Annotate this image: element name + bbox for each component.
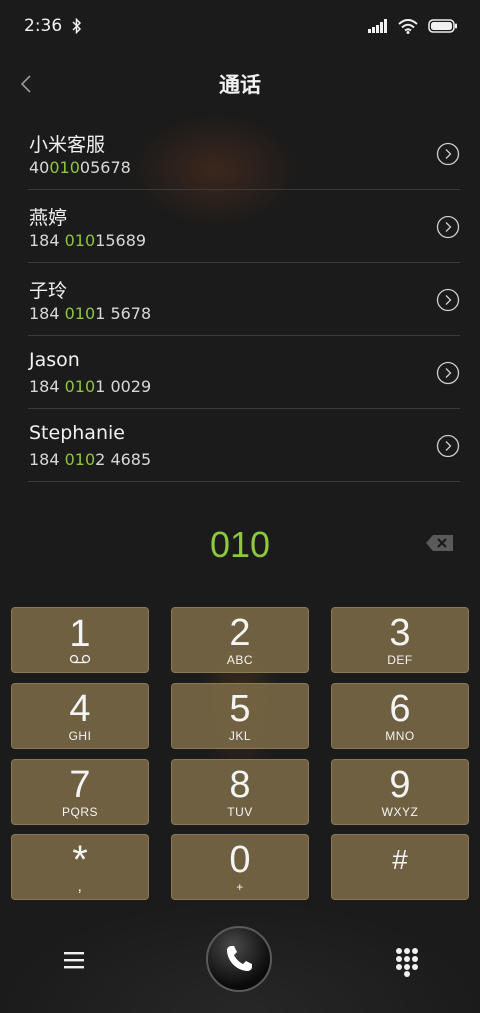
number-match-highlight: 010 (64, 450, 96, 469)
contact-row[interactable]: 小米客服 4001005678 (28, 118, 460, 190)
contact-number: 184 01015689 (29, 231, 147, 250)
bottom-bar (0, 920, 480, 1000)
signal-icon (368, 19, 387, 33)
contact-number: 184 0101 5678 (29, 304, 152, 323)
key-digit: * (72, 837, 88, 882)
key-letters: MNO (385, 728, 415, 743)
contact-detail-arrow-icon[interactable] (436, 434, 460, 458)
page-title: 通话 (219, 73, 261, 97)
key-digit: 9 (389, 763, 411, 806)
key-letters: PQRS (61, 804, 98, 819)
key-letters: , (77, 877, 83, 895)
voicemail-icon (69, 654, 91, 664)
chevron-left-icon (20, 75, 31, 93)
key-hash[interactable]: # (331, 834, 469, 900)
header: 通话 (0, 60, 480, 108)
key-digit: 3 (389, 611, 411, 654)
key-digit: 5 (229, 687, 251, 730)
key-0[interactable]: 0 + (171, 834, 309, 900)
status-time: 2:36 (24, 16, 63, 36)
back-button[interactable] (8, 66, 44, 102)
number-match-highlight: 010 (49, 158, 80, 177)
key-letters: + (236, 879, 244, 894)
key-letters: JKL (228, 728, 252, 743)
battery-icon (428, 19, 457, 33)
key-6[interactable]: 6 MNO (331, 683, 469, 749)
contact-row[interactable]: Jason 184 0101 0029 (28, 337, 460, 409)
contact-suggestion-list: 小米客服 4001005678 燕婷 184 01015689 子玲 184 0… (28, 118, 460, 483)
key-star[interactable]: * , (11, 834, 149, 900)
contact-name: 子玲 (29, 280, 68, 302)
dialed-number: 010 (209, 524, 271, 565)
keypad-toggle-icon[interactable] (390, 942, 424, 978)
contact-row[interactable]: Stephanie 184 0102 4685 (28, 410, 460, 482)
contact-detail-arrow-icon[interactable] (436, 142, 460, 166)
key-3[interactable]: 3 DEF (331, 607, 469, 673)
key-digit: 0 (229, 838, 251, 881)
key-letters: ABC (226, 652, 254, 667)
key-1[interactable]: 1 (11, 607, 149, 673)
wifi-icon (398, 18, 418, 34)
key-letters: WXYZ (381, 804, 419, 819)
key-digit: 4 (69, 687, 91, 730)
menu-icon[interactable] (56, 942, 92, 978)
bluetooth-icon (72, 18, 82, 34)
contact-detail-arrow-icon[interactable] (436, 215, 460, 239)
contact-name: Stephanie (29, 422, 125, 444)
number-match-highlight: 010 (64, 377, 96, 396)
key-digit: # (392, 843, 408, 875)
key-digit: 6 (389, 687, 411, 730)
contact-number: 184 0102 4685 (29, 450, 152, 469)
key-2[interactable]: 2 ABC (171, 607, 309, 673)
key-7[interactable]: 7 PQRS (11, 759, 149, 825)
key-digit: 8 (229, 763, 251, 806)
contact-number: 184 0101 0029 (29, 377, 152, 396)
contact-detail-arrow-icon[interactable] (436, 361, 460, 385)
key-letters: GHI (68, 728, 92, 743)
contact-name: Jason (29, 349, 80, 371)
contact-name: 燕婷 (29, 207, 68, 229)
key-9[interactable]: 9 WXYZ (331, 759, 469, 825)
key-8[interactable]: 8 TUV (171, 759, 309, 825)
key-letters: TUV (227, 804, 253, 819)
contact-name: 小米客服 (29, 134, 106, 156)
key-digit: 1 (69, 613, 91, 655)
number-match-highlight: 010 (64, 231, 96, 250)
call-button[interactable] (206, 926, 272, 992)
key-5[interactable]: 5 JKL (171, 683, 309, 749)
number-match-highlight: 010 (64, 304, 96, 323)
phone-icon (227, 946, 252, 971)
contact-number: 4001005678 (29, 158, 131, 177)
key-4[interactable]: 4 GHI (11, 683, 149, 749)
status-bar: 2:36 (0, 0, 480, 52)
key-letters: DEF (387, 652, 413, 667)
backspace-icon[interactable] (424, 530, 456, 556)
contact-detail-arrow-icon[interactable] (436, 288, 460, 312)
contact-row[interactable]: 子玲 184 0101 5678 (28, 264, 460, 336)
contact-row[interactable]: 燕婷 184 01015689 (28, 191, 460, 263)
key-digit: 2 (229, 611, 251, 654)
key-digit: 7 (69, 763, 91, 806)
